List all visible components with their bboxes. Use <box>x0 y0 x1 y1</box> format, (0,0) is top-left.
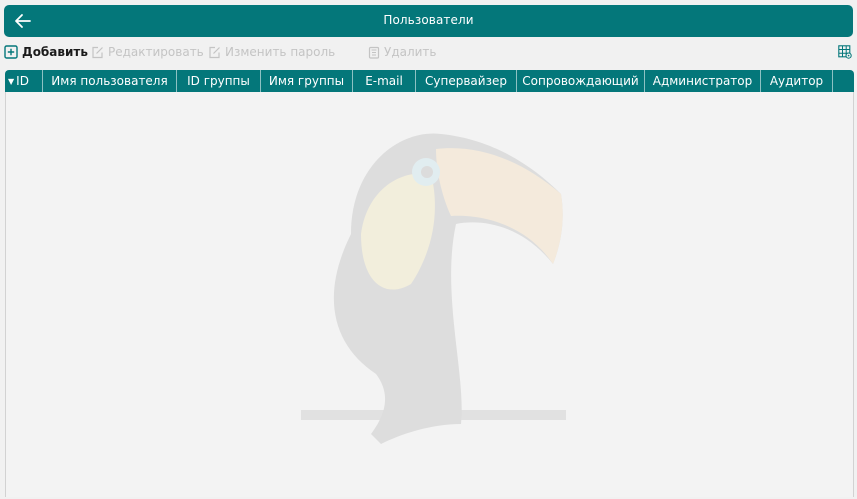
add-button-label: Добавить <box>22 45 88 59</box>
column-header-username[interactable]: Имя пользователя <box>43 70 177 92</box>
table-header: ▼ ID Имя пользователя ID группы Имя групп… <box>5 70 854 92</box>
delete-button-label: Удалить <box>384 45 437 59</box>
users-window: Пользователи Добавить Редактировать Изме… <box>0 0 857 499</box>
title-bar: Пользователи <box>4 5 853 37</box>
change-password-button-label: Изменить пароль <box>225 45 336 59</box>
column-header-group-name[interactable]: Имя группы <box>261 70 353 92</box>
column-header-maintainer[interactable]: Сопровождающий <box>517 70 645 92</box>
edit-button[interactable]: Редактировать <box>91 43 204 61</box>
page-title: Пользователи <box>383 13 474 27</box>
column-header-supervisor[interactable]: Супервайзер <box>416 70 517 92</box>
edit-button-label: Редактировать <box>108 45 204 59</box>
toolbar: Добавить Редактировать Изменить пароль У… <box>4 42 853 62</box>
edit-icon <box>92 46 103 58</box>
column-header-administrator[interactable]: Администратор <box>645 70 761 92</box>
column-header-spacer <box>833 70 854 92</box>
add-button[interactable]: Добавить <box>4 43 88 61</box>
sort-desc-icon: ▼ <box>8 77 15 86</box>
plus-square-icon <box>4 45 18 59</box>
column-header-email[interactable]: E-mail <box>353 70 416 92</box>
delete-button[interactable]: Удалить <box>368 43 437 61</box>
trash-icon <box>368 46 380 59</box>
table-body[interactable] <box>5 92 854 497</box>
table-settings-icon <box>838 45 852 59</box>
edit-icon <box>209 46 220 58</box>
change-password-button[interactable]: Изменить пароль <box>208 43 335 61</box>
column-settings-button[interactable] <box>838 45 852 59</box>
column-header-auditor[interactable]: Аудитор <box>761 70 833 92</box>
column-header-id[interactable]: ▼ ID <box>5 70 43 92</box>
toucan-watermark-logo <box>301 133 566 444</box>
column-header-group-id[interactable]: ID группы <box>177 70 261 92</box>
